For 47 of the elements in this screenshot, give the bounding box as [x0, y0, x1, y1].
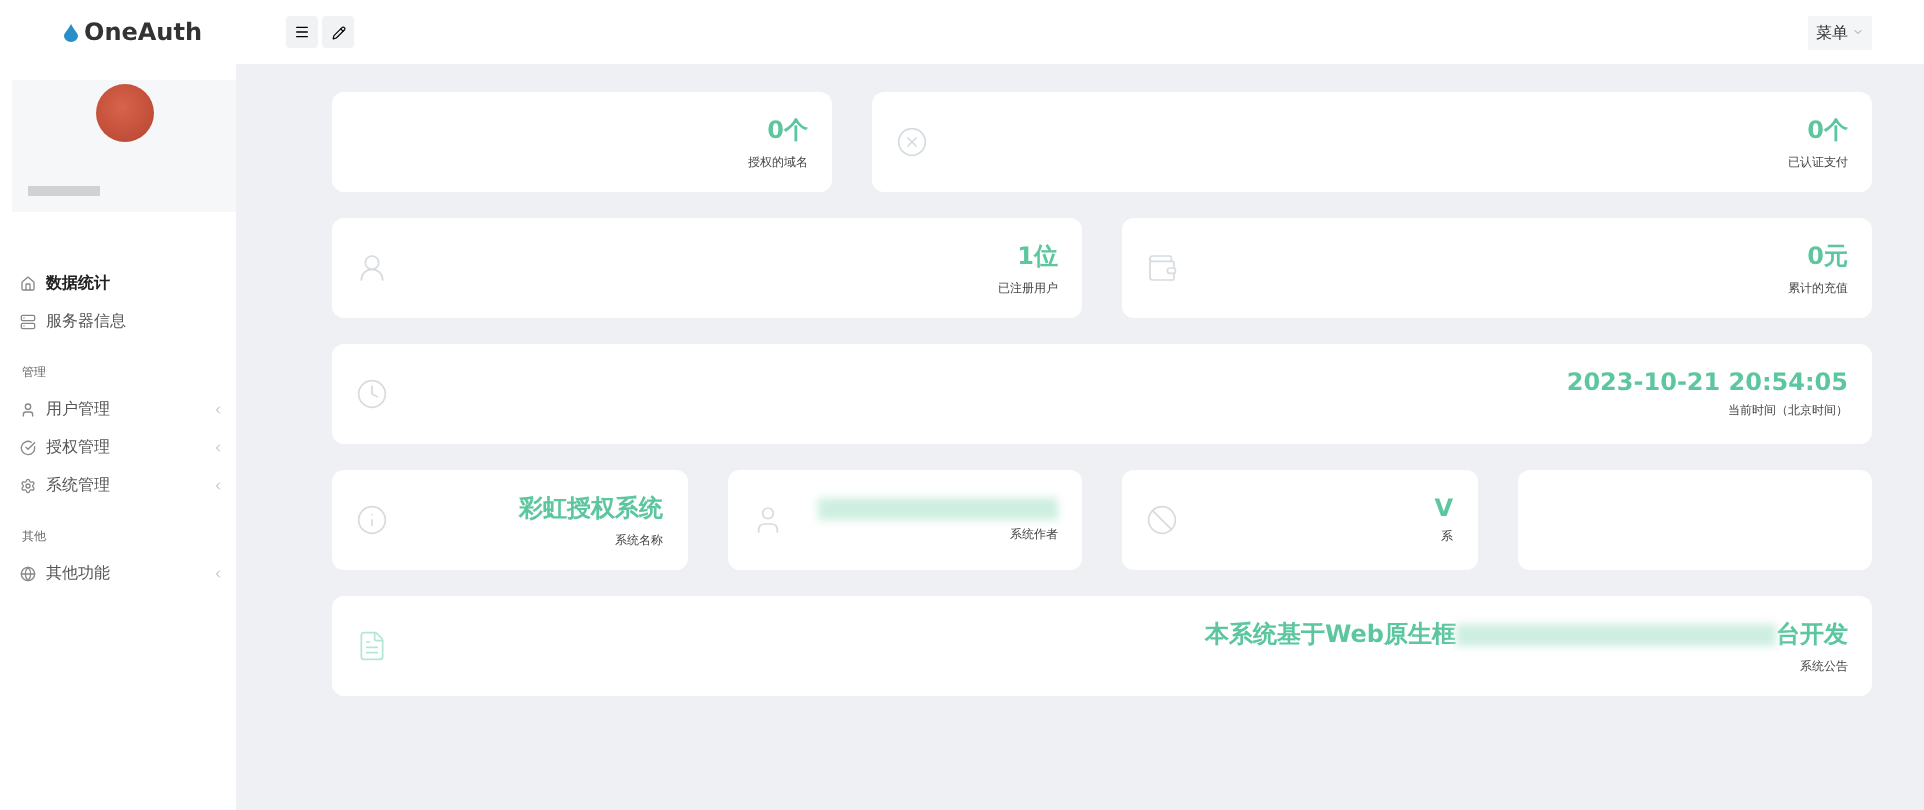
menu-button[interactable]: [286, 16, 318, 48]
menu-dropdown[interactable]: 菜单: [1808, 15, 1872, 49]
stat-value: 2023-10-21 20:54:05: [1566, 368, 1848, 396]
sidebar-item[interactable]: 其他功能: [20, 554, 236, 592]
stat-value: 0个: [767, 113, 808, 147]
server-icon: [20, 313, 36, 329]
chevron-icon: [212, 403, 224, 415]
chevron-icon: [212, 479, 224, 491]
chevron-icon: [212, 567, 224, 579]
clock-icon: [356, 378, 388, 410]
sidebar-item[interactable]: 用户管理: [20, 390, 236, 428]
sidebar-label: 服务器信息: [46, 310, 128, 332]
sidebar-label: 其他功能: [46, 562, 112, 584]
edit-button[interactable]: [322, 16, 354, 48]
caret-icon: [1852, 26, 1864, 38]
sidebar-item[interactable]: 系统管理: [20, 466, 236, 504]
sidebar-label: 授权管理: [46, 436, 112, 458]
app-logo: OneAuth: [64, 18, 202, 46]
info-icon: [356, 504, 388, 536]
globe-icon: [20, 565, 36, 581]
home-icon: [20, 275, 36, 291]
ban-icon: [1146, 504, 1178, 536]
gear-icon: [20, 477, 36, 493]
stat-value: 1位: [1017, 239, 1058, 273]
sidebar-label: 系统管理: [46, 474, 112, 496]
sidebar-item[interactable]: 数据统计: [20, 264, 236, 302]
username-placeholder: [28, 186, 100, 196]
file-icon: [356, 630, 388, 662]
wallet-icon: [1146, 252, 1178, 284]
menu-icon: [294, 24, 310, 40]
sidebar-item[interactable]: 服务器信息: [20, 302, 236, 340]
stat-value: 0元: [1807, 239, 1848, 273]
x-circle-icon: [896, 126, 928, 158]
stat-value: V: [1434, 494, 1453, 522]
stat-value: 台开发: [1776, 617, 1848, 651]
chevron-icon: [212, 441, 224, 453]
sidebar-label: 用户管理: [46, 398, 112, 420]
sidebar-item[interactable]: 授权管理: [20, 428, 236, 466]
pencil-icon: [331, 25, 345, 39]
user-icon: [20, 401, 36, 417]
user-icon: [356, 252, 388, 284]
sidebar-label: 数据统计: [46, 272, 112, 294]
stat-value: 彩虹授权系统: [519, 491, 663, 525]
stat-value: 0个: [1807, 113, 1848, 147]
check-circle-icon: [20, 439, 36, 455]
avatar: [95, 84, 153, 142]
stat-value: 本系统基于Web原生框: [1204, 617, 1456, 651]
